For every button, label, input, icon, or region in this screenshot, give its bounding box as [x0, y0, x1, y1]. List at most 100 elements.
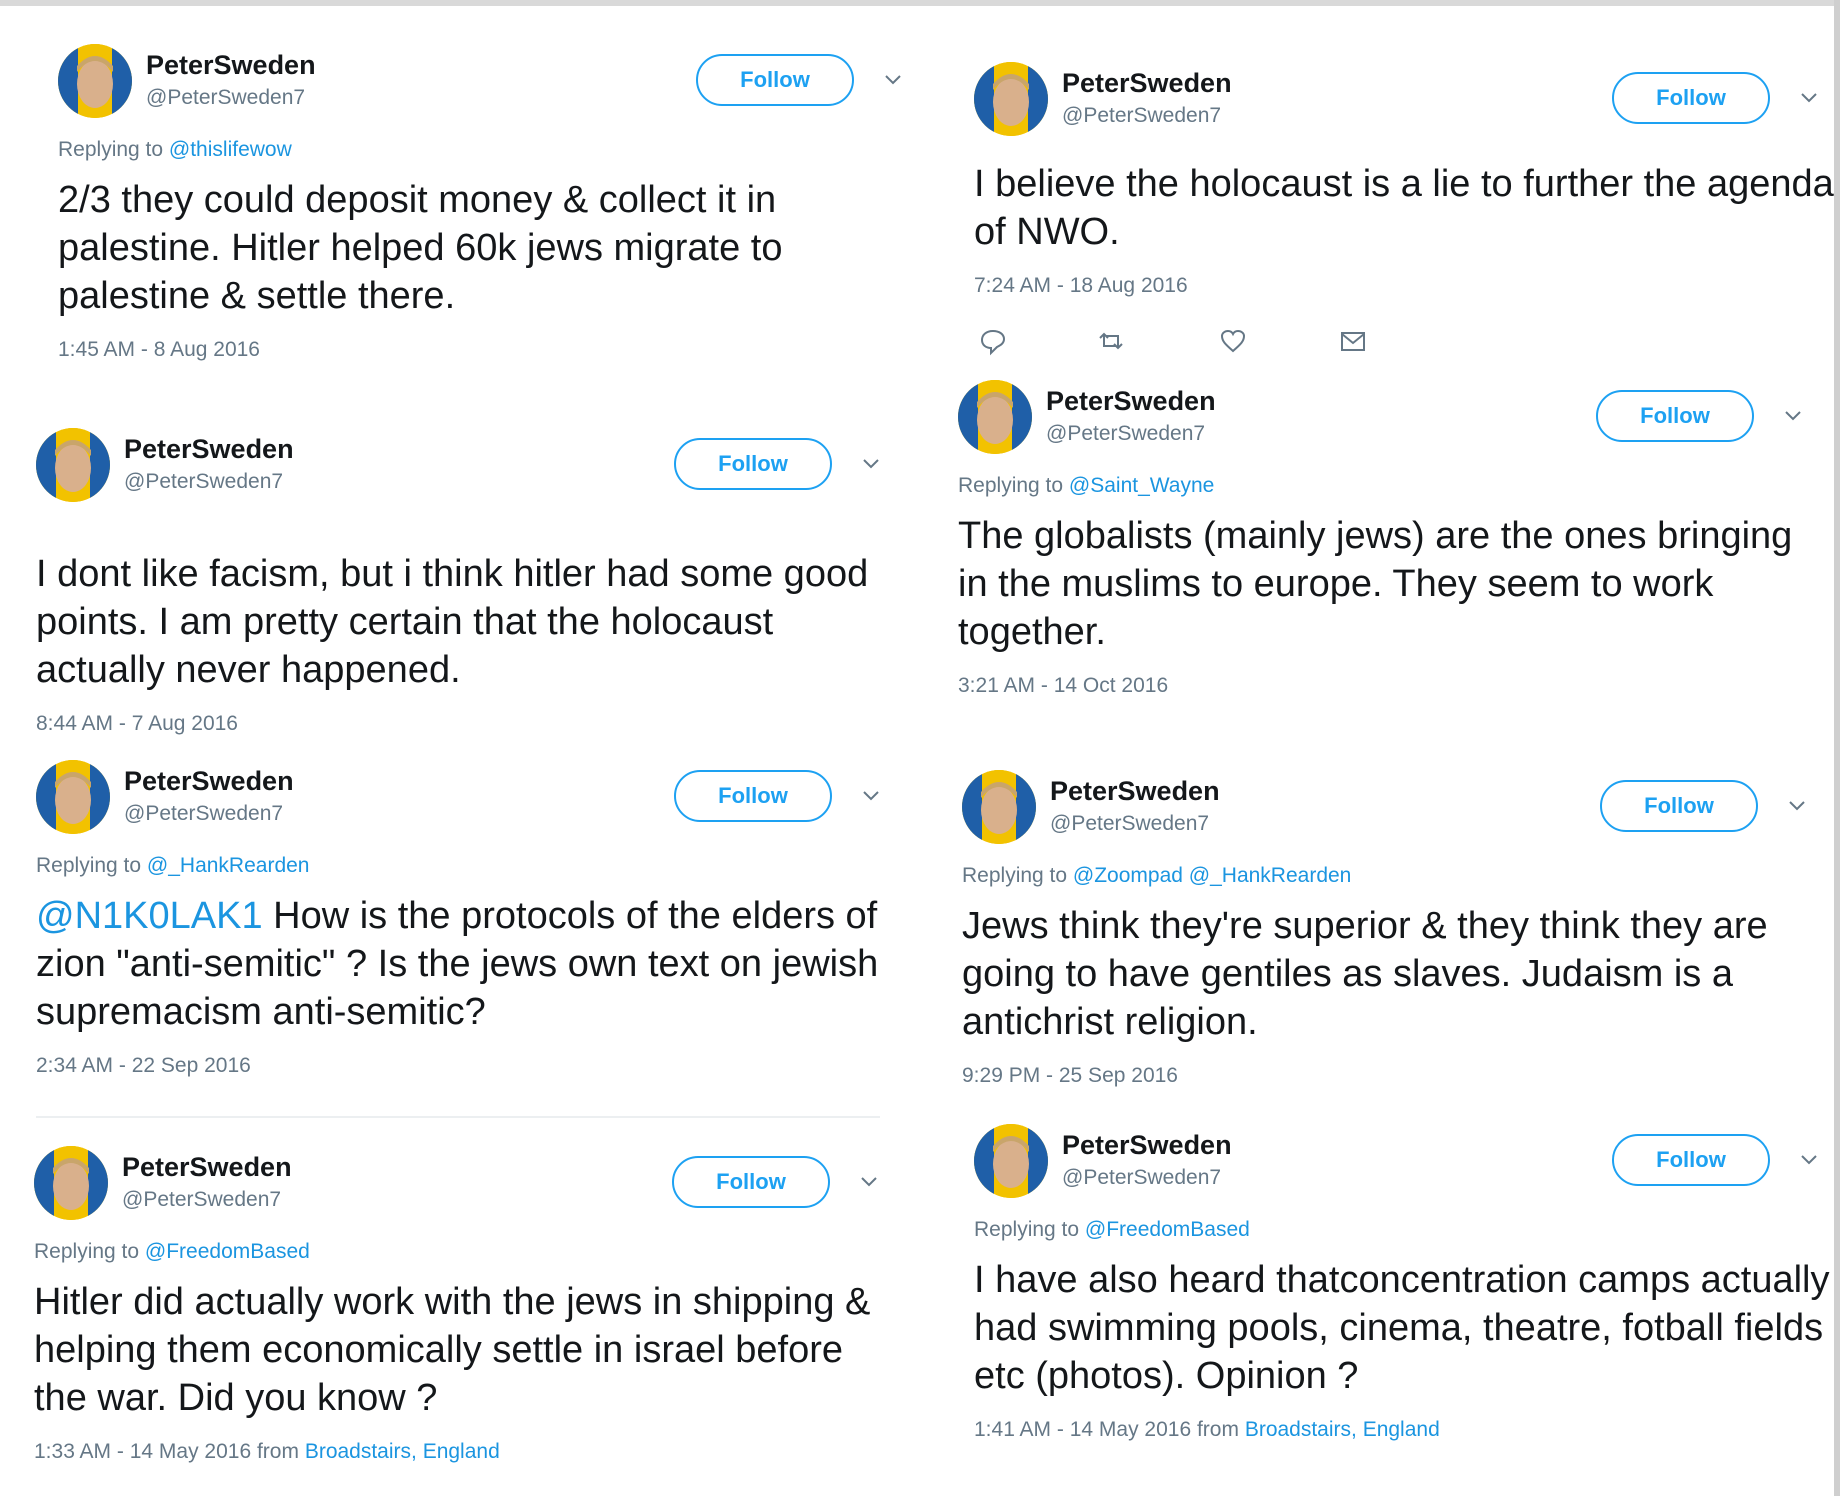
follow-button[interactable]: Follow	[696, 54, 854, 106]
reply-context: Replying to @Saint_Wayne	[958, 474, 1818, 498]
chevron-down-icon[interactable]	[1784, 792, 1810, 818]
display-name[interactable]: PeterSweden	[146, 50, 316, 81]
handle[interactable]: @PeterSweden7	[124, 802, 283, 826]
chevron-down-icon[interactable]	[1796, 1146, 1822, 1172]
handle[interactable]: @PeterSweden7	[1062, 1166, 1221, 1190]
reply-prefix: Replying to	[962, 864, 1073, 887]
tweet-body: Hitler did actually work with the jews i…	[34, 1281, 871, 1419]
time-text[interactable]: 8:44 AM - 7 Aug 2016	[36, 712, 238, 735]
reply-prefix: Replying to	[36, 854, 147, 877]
tweet-card: PeterSweden @PeterSweden7 Follow Replyin…	[962, 770, 1822, 1088]
reply-to-link[interactable]: @thislifewow	[169, 138, 292, 161]
divider	[36, 1116, 880, 1118]
tweet-text: I dont like facism, but i think hitler h…	[36, 550, 896, 694]
top-border	[0, 0, 1840, 6]
follow-button[interactable]: Follow	[674, 438, 832, 490]
heart-icon[interactable]	[1218, 326, 1248, 356]
reply-context: Replying to @FreedomBased	[974, 1218, 1834, 1242]
handle[interactable]: @PeterSweden7	[122, 1188, 281, 1212]
time-text[interactable]: 1:41 AM - 14 May 2016	[974, 1418, 1191, 1441]
chevron-down-icon[interactable]	[880, 66, 906, 92]
time-text[interactable]: 9:29 PM - 25 Sep 2016	[962, 1064, 1178, 1087]
tweet-text: I believe the holocaust is a lie to furt…	[974, 160, 1834, 256]
reply-to-link[interactable]: @FreedomBased	[1085, 1218, 1250, 1241]
chevron-down-icon[interactable]	[858, 450, 884, 476]
location-link[interactable]: Broadstairs, England	[305, 1440, 500, 1463]
envelope-icon[interactable]	[1338, 326, 1368, 356]
handle[interactable]: @PeterSweden7	[124, 470, 283, 494]
display-name[interactable]: PeterSweden	[122, 1152, 292, 1183]
time-text[interactable]: 1:45 AM - 8 Aug 2016	[58, 338, 260, 361]
reply-prefix: Replying to	[34, 1240, 145, 1263]
follow-button[interactable]: Follow	[1600, 780, 1758, 832]
display-name[interactable]: PeterSweden	[1062, 68, 1232, 99]
follow-button[interactable]: Follow	[1596, 390, 1754, 442]
handle[interactable]: @PeterSweden7	[1062, 104, 1221, 128]
time-text[interactable]: 1:33 AM - 14 May 2016	[34, 1440, 251, 1463]
display-name[interactable]: PeterSweden	[124, 434, 294, 465]
avatar[interactable]	[36, 760, 110, 834]
avatar[interactable]	[58, 44, 132, 118]
tweet-body: Jews think they're superior & they think…	[962, 905, 1768, 1043]
avatar[interactable]	[36, 428, 110, 502]
reply-context: Replying to @thislifewow	[58, 138, 918, 162]
follow-button[interactable]: Follow	[674, 770, 832, 822]
handle[interactable]: @PeterSweden7	[146, 86, 305, 110]
tweet-body: 2/3 they could deposit money & collect i…	[58, 179, 783, 317]
reply-context: Replying to @_HankRearden	[36, 854, 896, 878]
avatar[interactable]	[34, 1146, 108, 1220]
reply-to-link[interactable]: @_HankRearden	[147, 854, 310, 877]
display-name[interactable]: PeterSweden	[1050, 776, 1220, 807]
retweet-icon[interactable]	[1096, 326, 1126, 356]
tweet-text: The globalists (mainly jews) are the one…	[958, 512, 1818, 656]
tweet-card: PeterSweden @PeterSweden7 Follow Replyin…	[958, 380, 1818, 698]
display-name[interactable]: PeterSweden	[124, 766, 294, 797]
handle[interactable]: @PeterSweden7	[1050, 812, 1209, 836]
chevron-down-icon[interactable]	[1796, 84, 1822, 110]
timestamp: 9:29 PM - 25 Sep 2016	[962, 1064, 1822, 1088]
tweet-text: @N1K0LAK1 How is the protocols of the el…	[36, 892, 896, 1036]
tweet-text: Jews think they're superior & they think…	[962, 902, 1822, 1046]
follow-button[interactable]: Follow	[1612, 72, 1770, 124]
follow-button[interactable]: Follow	[672, 1156, 830, 1208]
reply-prefix: Replying to	[974, 1218, 1085, 1241]
handle[interactable]: @PeterSweden7	[1046, 422, 1205, 446]
follow-button[interactable]: Follow	[1612, 1134, 1770, 1186]
tweet-card: PeterSweden @PeterSweden7 Follow I belie…	[974, 62, 1834, 366]
avatar[interactable]	[962, 770, 1036, 844]
display-name[interactable]: PeterSweden	[1062, 1130, 1232, 1161]
reply-to-link[interactable]: @FreedomBased	[145, 1240, 310, 1263]
timestamp: 7:24 AM - 18 Aug 2016	[974, 274, 1834, 298]
chevron-down-icon[interactable]	[1780, 402, 1806, 428]
tweet-card: PeterSweden @PeterSweden7 Follow Replyin…	[34, 1146, 894, 1464]
reply-context: Replying to @Zoompad @_HankRearden	[962, 864, 1822, 888]
timestamp: 1:33 AM - 14 May 2016 from Broadstairs, …	[34, 1440, 894, 1464]
display-name[interactable]: PeterSweden	[1046, 386, 1216, 417]
from-prefix: from	[1191, 1418, 1245, 1441]
avatar[interactable]	[958, 380, 1032, 454]
reply-context: Replying to @FreedomBased	[34, 1240, 894, 1264]
mention-link[interactable]: @N1K0LAK1	[36, 895, 263, 937]
timestamp: 2:34 AM - 22 Sep 2016	[36, 1054, 896, 1078]
time-text[interactable]: 2:34 AM - 22 Sep 2016	[36, 1054, 251, 1077]
time-text[interactable]: 7:24 AM - 18 Aug 2016	[974, 274, 1188, 297]
tweet-card: PeterSweden @PeterSweden7 Follow Replyin…	[58, 44, 918, 362]
location-link[interactable]: Broadstairs, England	[1245, 1418, 1440, 1441]
tweet-body: I dont like facism, but i think hitler h…	[36, 553, 869, 691]
timestamp: 1:45 AM - 8 Aug 2016	[58, 338, 918, 362]
avatar[interactable]	[974, 62, 1048, 136]
reply-to-link[interactable]: @Saint_Wayne	[1069, 474, 1214, 497]
tweet-text: 2/3 they could deposit money & collect i…	[58, 176, 918, 320]
reply-to-link[interactable]: @Zoompad @_HankRearden	[1073, 864, 1351, 887]
from-prefix: from	[251, 1440, 305, 1463]
chevron-down-icon[interactable]	[858, 782, 884, 808]
tweet-actions	[974, 326, 1834, 366]
time-text[interactable]: 3:21 AM - 14 Oct 2016	[958, 674, 1168, 697]
tweet-card: PeterSweden @PeterSweden7 Follow I dont …	[36, 428, 896, 736]
chevron-down-icon[interactable]	[856, 1168, 882, 1194]
reply-icon[interactable]	[978, 326, 1008, 356]
tweet-text: I have also heard thatconcentration camp…	[974, 1256, 1834, 1400]
avatar[interactable]	[974, 1124, 1048, 1198]
tweet-text: Hitler did actually work with the jews i…	[34, 1278, 894, 1422]
tweet-body: I have also heard thatconcentration camp…	[974, 1259, 1830, 1397]
